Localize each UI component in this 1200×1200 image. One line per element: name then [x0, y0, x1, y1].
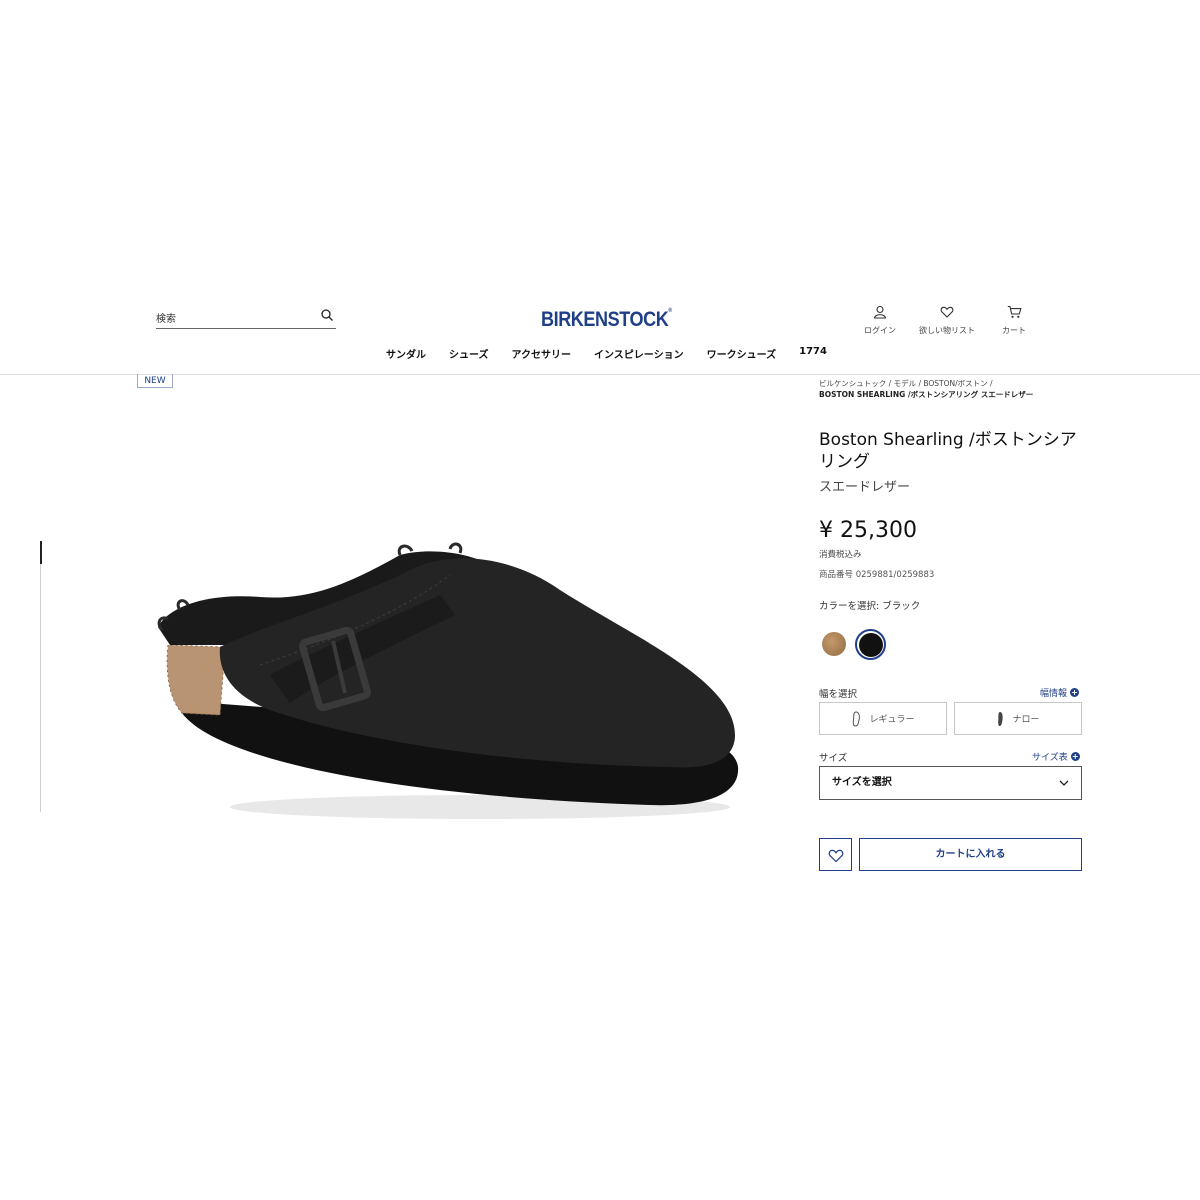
color-swatch-black[interactable] — [859, 633, 883, 657]
header-divider — [0, 374, 1200, 375]
color-swatch-cork[interactable] — [822, 632, 846, 656]
size-chart-label: サイズ表 — [1032, 753, 1068, 763]
width-option-narrow[interactable]: ナロー — [954, 702, 1082, 735]
wishlist-link[interactable]: 欲しい物リスト — [917, 305, 977, 336]
nav-item-shoes[interactable]: シューズ — [449, 346, 489, 361]
width-option-regular[interactable]: レギュラー — [819, 702, 947, 735]
brand-logo[interactable]: BIRKENSTOCK® — [541, 308, 672, 332]
nav-item-inspiration[interactable]: インスピレーション — [594, 346, 684, 361]
product-price: ¥ 25,300 — [819, 518, 917, 543]
breadcrumb-current: BOSTON SHEARLING /ボストンシアリング スエードレザー — [819, 390, 1034, 399]
heart-icon — [828, 849, 844, 863]
tax-note: 消費税込み — [819, 550, 862, 560]
size-label: サイズ — [819, 753, 848, 764]
cart-link[interactable]: カート — [984, 305, 1044, 336]
product-sku: 商品番号 0259881/0259883 — [819, 570, 935, 580]
heart-icon — [940, 306, 954, 318]
nav-item-sandals[interactable]: サンダル — [386, 346, 426, 361]
main-nav: サンダル シューズ アクセサリー インスピレーション ワークシューズ 1774 — [386, 346, 827, 361]
breadcrumb-path[interactable]: ビルケンシュトック / モデル / BOSTON/ボストン / — [819, 378, 1059, 389]
width-info-link[interactable]: 幅情報 + — [1040, 686, 1080, 699]
user-icon — [873, 305, 887, 319]
cart-icon — [1007, 305, 1022, 318]
nav-item-accessories[interactable]: アクセサリー — [512, 346, 572, 361]
plus-icon: + — [1070, 752, 1080, 761]
gallery-scroll-track[interactable] — [40, 560, 41, 812]
width-info-label: 幅情報 — [1040, 689, 1068, 699]
foot-regular-icon — [853, 710, 861, 727]
chevron-down-icon — [1059, 780, 1069, 786]
gallery-scroll-thumb[interactable] — [40, 541, 42, 564]
nav-item-work-shoes[interactable]: ワークシューズ — [707, 346, 777, 361]
plus-icon: + — [1070, 688, 1080, 697]
color-label: カラーを選択: ブラック — [819, 601, 921, 612]
product-material: スエードレザー — [819, 480, 911, 495]
search-placeholder: 検索 — [156, 314, 176, 325]
breadcrumb: ビルケンシュトック / モデル / BOSTON/ボストン / BOSTON S… — [819, 378, 1059, 400]
logo-text: BIRKENSTOCK — [541, 308, 669, 331]
nav-item-1774[interactable]: 1774 — [799, 346, 827, 361]
width-option-regular-label: レギュラー — [869, 715, 915, 725]
search-input[interactable]: 検索 — [156, 306, 336, 329]
search-icon[interactable] — [320, 308, 334, 322]
login-link[interactable]: ログイン — [850, 305, 910, 336]
width-option-narrow-label: ナロー — [1012, 715, 1040, 725]
add-to-cart-button[interactable]: カートに入れる — [859, 838, 1082, 871]
product-image — [157, 542, 739, 819]
new-badge: NEW — [137, 374, 173, 388]
product-title: Boston Shearling /ボストンシアリング — [819, 430, 1077, 472]
add-to-wishlist-button[interactable] — [819, 838, 852, 871]
wishlist-label: 欲しい物リスト — [919, 326, 975, 335]
cart-label: カート — [1002, 326, 1026, 335]
size-select-value: サイズを選択 — [832, 777, 892, 788]
size-select[interactable]: サイズを選択 — [819, 766, 1082, 800]
width-label: 幅を選択 — [819, 689, 858, 700]
size-chart-link[interactable]: サイズ表 + — [1032, 750, 1080, 763]
login-label: ログイン — [864, 326, 896, 335]
foot-narrow-icon — [998, 711, 1004, 726]
